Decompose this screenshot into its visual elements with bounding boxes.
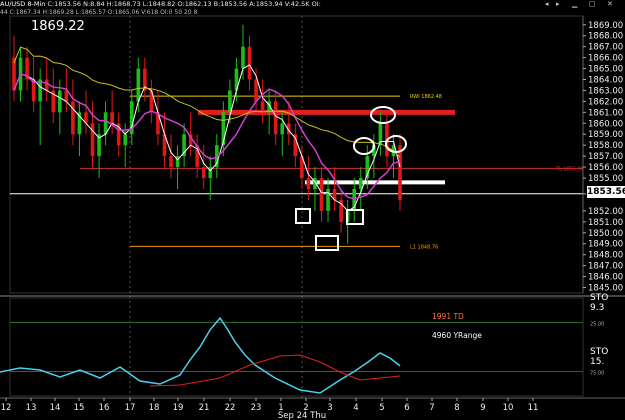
close-icon[interactable]: ✕ <box>607 0 613 9</box>
price-tick-label: 1857.00 <box>588 152 623 162</box>
time-tick-label: 3 <box>327 403 332 413</box>
candle-body <box>71 101 75 135</box>
price-tick-label: 1858.00 <box>588 141 623 151</box>
candle-body <box>201 167 206 179</box>
time-axis: 12 13 14 15 16 17 18 19 21 22 23 1 2 3 4 5 6 7 8 9 10 11Sep 2… <box>0 397 625 420</box>
ohlc-readout: C:1853.56 N:8.84 H:1868.73 L:1848.82 O:1… <box>47 0 321 8</box>
candle-body <box>44 79 49 91</box>
candle-body <box>306 178 311 189</box>
price-tick-label: 1859.00 <box>588 130 623 140</box>
price-tick-label: 1862.00 <box>588 97 623 107</box>
candle-body <box>319 178 324 211</box>
candle-body <box>273 101 278 135</box>
price-tick-label: 1869.00 <box>588 21 623 31</box>
candle-body <box>247 46 252 80</box>
time-tick-label: 18 <box>149 403 160 413</box>
price-tick-label: 1868.00 <box>588 32 623 42</box>
time-tick-label: 21 <box>199 403 210 413</box>
price-tick-label: 1866.00 <box>588 54 623 64</box>
time-tick-label: 7 <box>429 403 434 413</box>
indicator-panel: 25.00 75.00 <box>0 295 625 397</box>
time-tick-label: 12 <box>1 403 12 413</box>
price-tick-label: 1867.00 <box>588 43 623 53</box>
chart-canvas[interactable]: RWI 1862.48TL 1855.88L1 1848.76 1869.001… <box>0 0 625 420</box>
price-tick-label: 1847.00 <box>588 262 623 272</box>
arrow-left-icon[interactable]: ◂ <box>545 0 549 9</box>
price-tick-label: 1860.00 <box>588 119 623 129</box>
candle-body <box>103 112 108 135</box>
time-tick-label: 22 <box>225 403 236 413</box>
price-tick-label: 1846.00 <box>588 273 623 283</box>
time-tick-label: 9 <box>480 403 485 413</box>
sto-label-top: STO 9.3 <box>590 293 609 313</box>
level-label: L1 1848.76 <box>410 244 438 250</box>
indicator-label-yrange: 4960 YRange <box>432 331 482 340</box>
price-tick-label: 1850.00 <box>588 229 623 239</box>
sto-level-label: 25.00 <box>590 322 604 328</box>
pattern-box <box>295 208 311 224</box>
candle-body <box>136 68 141 102</box>
time-tick-label: 4 <box>353 403 358 413</box>
sub-readout: 44 C:1867.34 H:1869.28 L:1865.57 O:1865.… <box>0 9 198 16</box>
time-tick-label: 5 <box>379 403 384 413</box>
time-tick-label: 16 <box>99 403 110 413</box>
candle-body <box>38 79 42 102</box>
header-bar: AU/USD 8-Min C:1853.56 N:8.84 H:1868.73 … <box>0 0 625 9</box>
candle-body <box>280 123 285 135</box>
sto-level-label: 75.00 <box>590 371 604 377</box>
candle-body <box>398 145 402 200</box>
time-tick-label: 15 <box>74 403 85 413</box>
indicator-label-td: 1991 TD <box>432 312 464 321</box>
candles <box>12 24 402 244</box>
price-tick-label: 1849.00 <box>588 240 623 250</box>
sto-label: STO 15. <box>590 347 609 367</box>
level-label: TL 1855.88 <box>555 166 584 172</box>
price-tick-label: 1863.00 <box>588 86 623 96</box>
time-tick-label: 23 <box>251 403 262 413</box>
maximize-icon[interactable]: □ <box>589 0 596 9</box>
symbol-label: AU/USD 8-Min <box>0 0 46 8</box>
current-price-tag: 1853.56 <box>587 186 625 198</box>
candle-body <box>241 46 245 69</box>
last-price-label: 1869.22 <box>31 19 85 34</box>
price-tick-label: 1851.00 <box>588 218 623 228</box>
candle-body <box>123 134 128 146</box>
price-tick-label: 1856.00 <box>588 163 623 173</box>
time-tick-label: 6 <box>404 403 409 413</box>
price-tick-label: 1852.00 <box>588 207 623 217</box>
candle-body <box>260 101 265 113</box>
time-tick-label: 19 <box>173 403 184 413</box>
sto-slow-line <box>149 354 401 387</box>
time-tick-label: 13 <box>26 403 37 413</box>
minimize-icon[interactable]: ▁ <box>572 0 577 9</box>
date-label: Sep 24 Thu <box>278 411 326 420</box>
pattern-box <box>315 235 339 251</box>
pattern-ellipse <box>353 137 375 155</box>
candle-body <box>110 112 114 124</box>
price-tick-label: 1861.00 <box>588 108 623 118</box>
price-tick-label: 1865.00 <box>588 65 623 75</box>
candle-body <box>90 123 95 157</box>
pattern-ellipse <box>370 106 396 124</box>
time-tick-label: 11 <box>528 403 539 413</box>
price-tick-label: 1855.00 <box>588 174 623 184</box>
candle-body <box>57 90 62 113</box>
indicator-frame <box>9 297 584 397</box>
level-label: RWI 1862.48 <box>410 94 442 100</box>
candle-body <box>254 79 258 102</box>
price-tick-label: 1848.00 <box>588 251 623 261</box>
candle-body <box>169 156 173 168</box>
time-tick-label: 10 <box>503 403 514 413</box>
time-tick-label: 17 <box>125 403 136 413</box>
price-axis: 1869.001868.001867.001866.001865.001864.… <box>582 16 625 294</box>
time-tick-label: 8 <box>454 403 459 413</box>
price-tick-label: 1864.00 <box>588 76 623 86</box>
ma-mid-line <box>13 73 401 200</box>
arrow-right-icon[interactable]: ▸ <box>556 0 560 9</box>
time-tick-label: 14 <box>50 403 61 413</box>
candle-body <box>358 178 363 189</box>
